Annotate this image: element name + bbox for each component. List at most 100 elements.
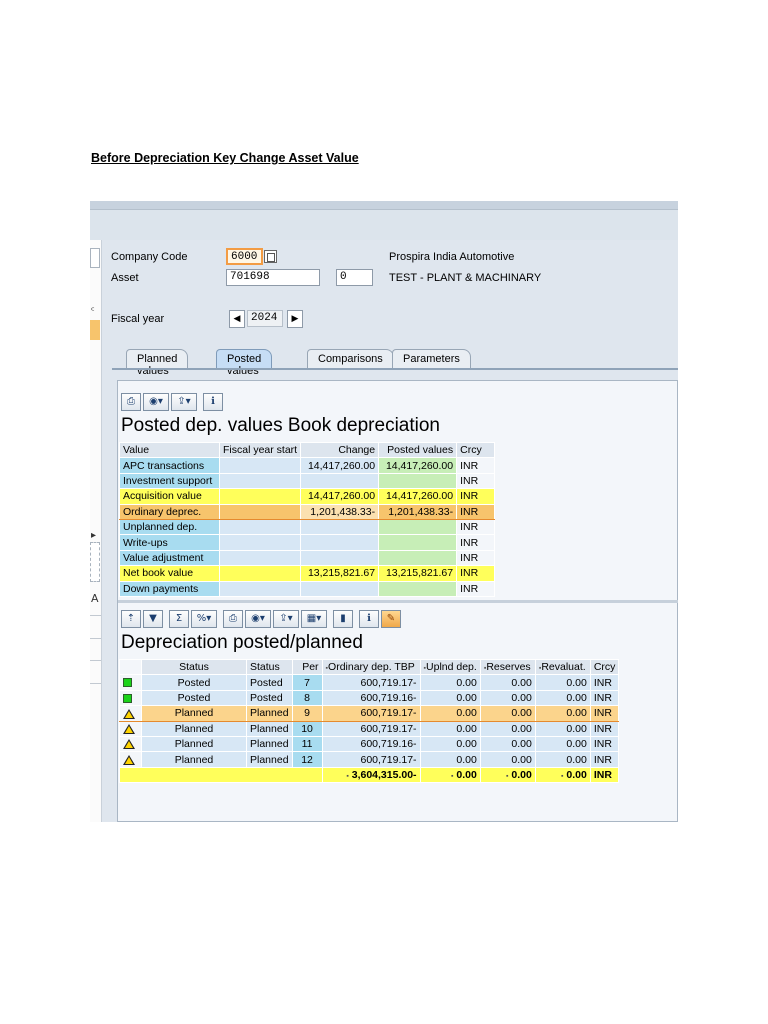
- tab-planned-values[interactable]: Planned values: [126, 349, 189, 377]
- status-cell: Planned: [141, 735, 247, 753]
- table-row[interactable]: Unplanned dep. INR: [119, 518, 496, 536]
- export-icon[interactable]: ⇪▾: [273, 610, 299, 628]
- depreciation-table: Status Status Per ▪Ordinary dep. TBP ▪Up…: [119, 658, 620, 784]
- status2-cell: Planned: [246, 705, 293, 722]
- column-header[interactable]: Value: [119, 441, 220, 459]
- ordinary-dep-cell: 600,719.17-: [321, 674, 421, 691]
- sub-number-field[interactable]: 0: [336, 269, 373, 286]
- tab-posted-values[interactable]: Posted values: [216, 349, 273, 377]
- change-cell: 14,417,260.00: [300, 488, 380, 505]
- previous-year-icon[interactable]: ◀: [229, 310, 245, 328]
- value-help-icon[interactable]: [264, 250, 277, 263]
- column-header[interactable]: Change: [300, 441, 380, 459]
- reserves-cell: 0.00: [479, 751, 536, 768]
- nav-arrow-icon[interactable]: ▸: [91, 530, 96, 541]
- column-header[interactable]: Fiscal year start: [218, 441, 302, 459]
- fiscal-year-label: Fiscal year: [111, 313, 165, 325]
- revaluation-cell: 0.00: [534, 751, 591, 768]
- posted-values-table: Value Fiscal year start Change Posted va…: [119, 441, 496, 597]
- panel-splitter[interactable]: [118, 600, 678, 603]
- table-header-row: Status Status Per ▪Ordinary dep. TBP ▪Up…: [119, 658, 620, 676]
- nav-highlight[interactable]: [90, 320, 100, 340]
- total-reserves: ▪ 0.00: [479, 766, 536, 784]
- status-icon-header: [119, 658, 142, 676]
- currency-cell: INR: [589, 689, 620, 707]
- nav-box[interactable]: [90, 248, 100, 268]
- column-header[interactable]: Crcy: [456, 441, 496, 459]
- table-row[interactable]: Investment support INR: [119, 472, 496, 490]
- unplanned-dep-cell: 0.00: [419, 674, 481, 691]
- table-row[interactable]: Planned Planned 11 600,719.16- 0.00 0.00…: [119, 735, 620, 753]
- column-header[interactable]: Status: [246, 658, 293, 676]
- filter-icon[interactable]: ▼: [143, 610, 163, 628]
- nav-scroll[interactable]: [90, 542, 100, 582]
- table-row[interactable]: Planned Planned 12 600,719.17- 0.00 0.00…: [119, 751, 620, 768]
- fiscal-year-field[interactable]: 2024: [247, 310, 283, 327]
- column-header-text: Ordinary dep. TBP: [328, 661, 415, 674]
- currency-cell: INR: [456, 518, 496, 536]
- column-header[interactable]: Posted values: [378, 441, 458, 459]
- total-ordinary-dep-value: 3,604,315.00-: [351, 768, 417, 781]
- currency-cell: INR: [456, 549, 496, 567]
- next-year-icon[interactable]: ▶: [287, 310, 303, 328]
- company-name: Prospira India Automotive: [389, 251, 515, 263]
- status2-cell: Planned: [246, 735, 293, 753]
- nav-letter-icon: A: [91, 592, 99, 605]
- change-cell: [300, 580, 380, 597]
- currency-cell: INR: [589, 735, 620, 753]
- table-row[interactable]: Posted Posted 8 600,719.16- 0.00 0.00 0.…: [119, 689, 620, 707]
- tab-comparisons[interactable]: Comparisons: [307, 349, 394, 369]
- export-icon[interactable]: ⇪▾: [171, 393, 197, 411]
- ordinary-dep-cell: 600,719.17-: [321, 720, 421, 737]
- info-icon[interactable]: ℹ: [359, 610, 379, 628]
- posted-cell: 14,417,260.00: [378, 457, 458, 474]
- revaluation-cell: 0.00: [534, 720, 591, 737]
- table-row[interactable]: Value adjustment INR: [119, 549, 496, 567]
- table-row[interactable]: Planned Planned 10 600,719.17- 0.00 0.00…: [119, 720, 620, 737]
- note-icon[interactable]: ✎: [381, 610, 401, 628]
- table-row[interactable]: APC transactions 14,417,260.00 14,417,26…: [119, 457, 496, 474]
- info-icon[interactable]: ℹ: [203, 393, 223, 411]
- table-row[interactable]: Posted Posted 7 600,719.17- 0.00 0.00 0.…: [119, 674, 620, 691]
- posted-cell: [378, 518, 458, 536]
- change-cell: 1,201,438.33-: [300, 503, 380, 520]
- value-label: Value adjustment: [119, 549, 220, 567]
- sum-icon[interactable]: Σ: [169, 610, 189, 628]
- column-header[interactable]: Status: [141, 658, 247, 676]
- table-row[interactable]: Write-ups INR: [119, 534, 496, 551]
- subtotal-icon[interactable]: %▾: [191, 610, 217, 628]
- column-header[interactable]: ▪Revaluat.: [534, 658, 591, 676]
- table-row[interactable]: Planned Planned 9 600,719.17- 0.00 0.00 …: [119, 705, 620, 722]
- graphic-icon[interactable]: ▮: [333, 610, 353, 628]
- column-header[interactable]: ▪Ordinary dep. TBP: [321, 658, 421, 676]
- currency-cell: INR: [589, 751, 620, 768]
- tab-parameters[interactable]: Parameters: [392, 349, 471, 369]
- company-code-field[interactable]: 6000: [226, 248, 263, 265]
- table-row[interactable]: Net book value 13,215,821.67 13,215,821.…: [119, 565, 496, 582]
- table-row[interactable]: Acquisition value 14,417,260.00 14,417,2…: [119, 488, 496, 505]
- sort-ascending-icon[interactable]: ⇡: [121, 610, 141, 628]
- column-header[interactable]: Crcy: [589, 658, 620, 676]
- nav-divider: [90, 660, 101, 661]
- currency-cell: INR: [456, 457, 496, 474]
- column-header[interactable]: ▪Reserves: [479, 658, 536, 676]
- total-row[interactable]: ▪ 3,604,315.00- ▪ 0.00 ▪ 0.00 ▪ 0.00 INR: [119, 766, 620, 784]
- status2-cell: Posted: [246, 689, 293, 707]
- view-icon[interactable]: ◉▾: [143, 393, 169, 411]
- column-header[interactable]: Per: [291, 658, 323, 676]
- warning-triangle-icon: [123, 754, 135, 765]
- green-square-icon: [123, 678, 132, 688]
- warning-triangle-icon: [123, 739, 135, 750]
- fy-start-cell: [218, 580, 302, 597]
- column-header[interactable]: ▪Uplnd dep.: [419, 658, 481, 676]
- table-row[interactable]: Down payments INR: [119, 580, 496, 597]
- view-icon[interactable]: ◉▾: [245, 610, 271, 628]
- layout-icon[interactable]: ▦▾: [301, 610, 327, 628]
- ordinary-dep-cell: 600,719.16-: [321, 735, 421, 753]
- print-icon[interactable]: ⎙: [121, 393, 141, 411]
- asset-field[interactable]: 701698: [226, 269, 320, 286]
- status-cell: Planned: [141, 751, 247, 768]
- reserves-cell: 0.00: [479, 705, 536, 722]
- print-icon[interactable]: ⎙: [223, 610, 243, 628]
- table-row[interactable]: Ordinary deprec. 1,201,438.33- 1,201,438…: [119, 503, 496, 520]
